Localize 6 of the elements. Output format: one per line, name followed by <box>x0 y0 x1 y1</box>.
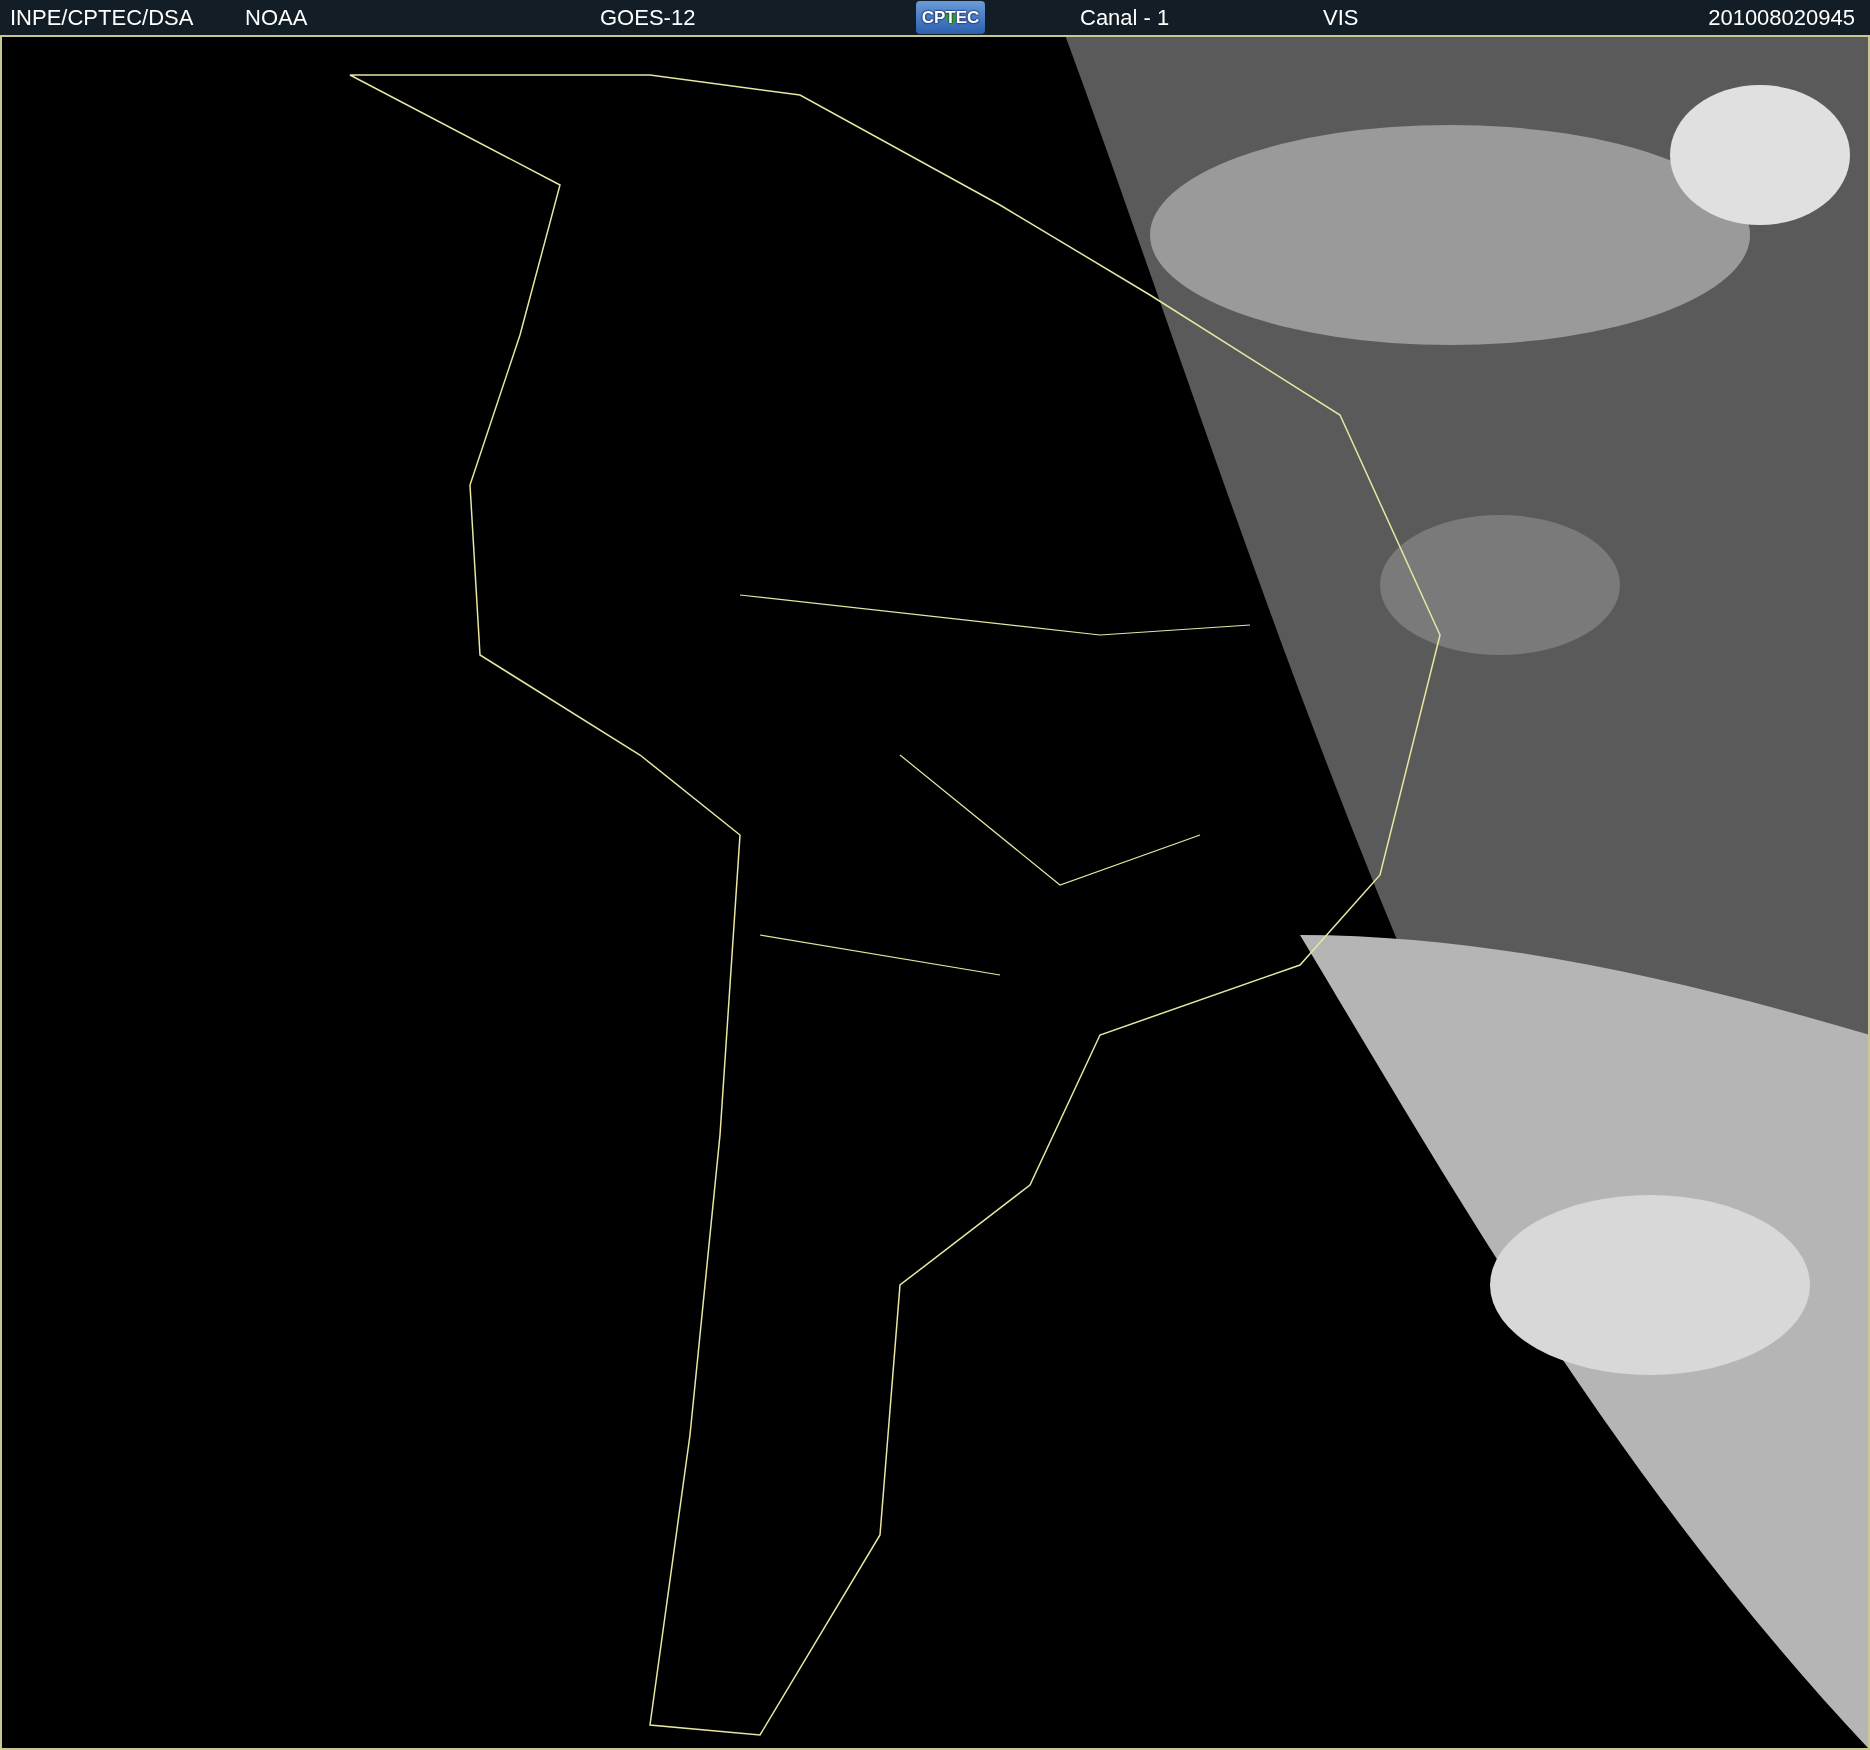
timestamp-label: 201008020945 <box>1708 4 1855 31</box>
source-label: INPE/CPTEC/DSA <box>10 4 194 31</box>
satellite-label: GOES-12 <box>600 4 696 31</box>
channel-label: Canal - 1 <box>1080 4 1170 31</box>
agency-label: NOAA <box>245 4 308 31</box>
band-label: VIS <box>1323 4 1359 31</box>
